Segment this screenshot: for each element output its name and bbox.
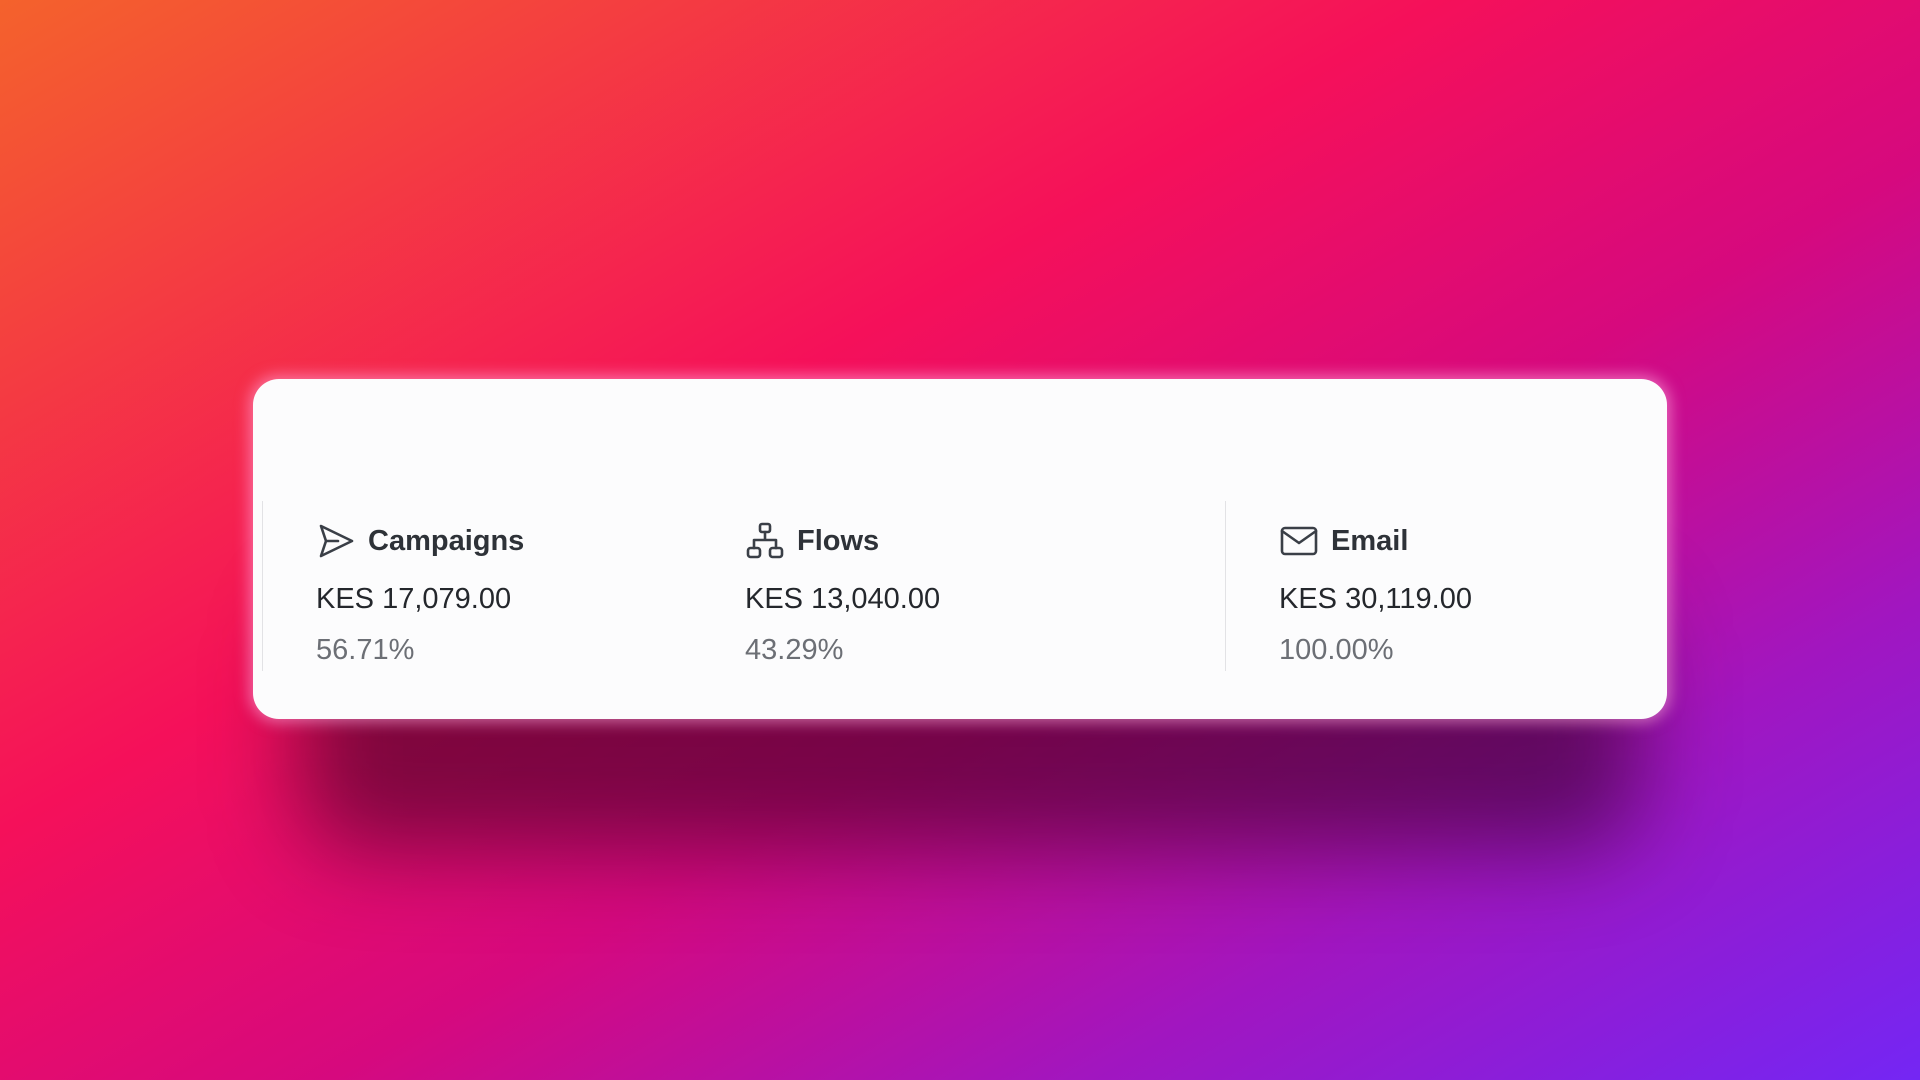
stat-amount: KES 30,119.00 <box>1279 583 1472 615</box>
stat-amount: KES 17,079.00 <box>316 583 512 615</box>
stat-title: Campaigns <box>368 524 525 557</box>
stat-header: Campaigns <box>316 519 524 563</box>
stat-percent: 56.71% <box>316 634 415 666</box>
stat-header: Email <box>1279 519 1472 563</box>
stat-email: Email KES 30,119.00 100.00% <box>1279 519 1472 668</box>
stat-header: Flows <box>745 519 940 563</box>
stat-percent: 100.00% <box>1279 634 1394 666</box>
stat-title: Flows <box>797 524 880 557</box>
stat-title: Email <box>1331 524 1409 557</box>
mail-icon <box>1279 521 1319 561</box>
revenue-summary-card: Campaigns KES 17,079.00 56.71% Flows KES… <box>253 379 1667 719</box>
stat-flows: Flows KES 13,040.00 43.29% <box>745 519 940 668</box>
stat-percent: 43.29% <box>745 634 844 666</box>
hierarchy-icon <box>745 521 785 561</box>
middle-divider <box>1225 501 1226 671</box>
send-icon <box>316 521 356 561</box>
left-divider <box>262 501 263 671</box>
stat-amount: KES 13,040.00 <box>745 583 941 615</box>
stat-campaigns: Campaigns KES 17,079.00 56.71% <box>316 519 524 668</box>
